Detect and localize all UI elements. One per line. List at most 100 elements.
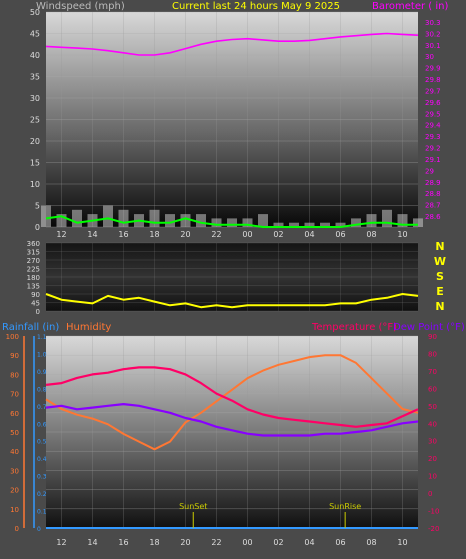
rain-tick-label: 1.0 <box>37 351 47 358</box>
gust-bar <box>41 205 51 227</box>
y-tick-label: 10 <box>30 180 40 189</box>
y-tick-label: 20 <box>428 455 437 463</box>
y-tick-label: 29.7 <box>425 87 441 95</box>
y-tick-label: 29.4 <box>425 122 441 130</box>
x-tick-label: 02 <box>273 230 283 239</box>
y-tick-label: 80 <box>428 350 437 358</box>
y-tick-label: 50 <box>30 8 40 17</box>
y-tick-label: -10 <box>428 508 439 516</box>
compass-letter: W <box>434 255 446 268</box>
rain-tick-label: 0.4 <box>37 456 47 463</box>
y-tick-label: 28.9 <box>425 179 441 187</box>
rain-tick-label: 0.7 <box>37 404 47 411</box>
rainfall-axis-title: Rainfall (in) <box>2 322 59 333</box>
rain-tick-label: 0.1 <box>37 509 47 516</box>
gust-bar <box>165 214 175 227</box>
y-tick-label: 29 <box>425 167 434 175</box>
y-tick-label: 29.1 <box>425 156 441 164</box>
compass-letter: S <box>436 270 444 283</box>
y-tick-label: 29.9 <box>425 65 441 73</box>
y-tick-label: 15 <box>30 159 40 168</box>
x-tick-label: 04 <box>304 230 314 239</box>
y-tick-label: 45 <box>31 300 40 308</box>
x-tick-label: 06 <box>335 538 345 547</box>
gust-bar <box>180 214 191 227</box>
y-tick-label: 30 <box>425 53 434 61</box>
x-tick-label: 14 <box>87 230 97 239</box>
x-tick-label: 06 <box>335 230 345 239</box>
gust-bar <box>118 209 129 227</box>
gust-bar <box>196 214 206 227</box>
gust-bar <box>149 209 160 227</box>
compass-letter: N <box>435 300 444 313</box>
y-tick-label: 270 <box>27 257 40 265</box>
x-tick-label: 22 <box>211 538 221 547</box>
y-tick-label: 40 <box>428 420 437 428</box>
y-tick-label: 40 <box>30 51 40 60</box>
x-tick-label: 04 <box>304 538 314 547</box>
x-tick-label: 20 <box>180 538 190 547</box>
sun-marker-label: SunRise <box>329 502 361 511</box>
y-tick-label: 0 <box>35 223 40 232</box>
y-tick-label: 28.7 <box>425 202 441 210</box>
rain-tick-label: 0 <box>37 526 41 533</box>
gust-bar <box>103 205 113 227</box>
dewpoint-axis-title: Dew Point (°F) <box>393 322 465 333</box>
y-tick-label: 0 <box>36 308 40 316</box>
y-tick-label: 28.8 <box>425 190 441 198</box>
x-tick-label: 14 <box>87 538 97 547</box>
x-tick-label: 20 <box>180 230 190 239</box>
y-tick-label: 100 <box>6 333 19 341</box>
y-tick-label: 29.2 <box>425 145 441 153</box>
y-tick-label: 50 <box>10 429 19 437</box>
x-tick-label: 08 <box>366 538 376 547</box>
windspeed-axis-title: Windspeed (mph) <box>36 1 125 12</box>
x-tick-label: 22 <box>211 230 221 239</box>
barometer-axis-title: Barometer ( in) <box>372 1 448 12</box>
y-tick-label: 180 <box>27 274 40 282</box>
y-tick-label: 30 <box>428 438 437 446</box>
y-tick-label: 0 <box>428 490 432 498</box>
y-tick-label: 45 <box>30 30 40 39</box>
y-tick-label: 20 <box>30 137 40 146</box>
y-tick-label: 10 <box>428 473 437 481</box>
x-tick-label: 02 <box>273 538 283 547</box>
x-tick-label: 10 <box>397 230 407 239</box>
y-tick-label: 29.5 <box>425 110 441 118</box>
weather-graph-panel: Windspeed (mph) Current last 24 hours Ma… <box>0 0 466 555</box>
y-tick-label: 30 <box>10 467 19 475</box>
x-tick-label: 18 <box>149 538 159 547</box>
y-tick-label: 29.6 <box>425 99 441 107</box>
y-tick-label: 30.2 <box>425 30 441 38</box>
y-tick-label: 30 <box>30 94 40 103</box>
gust-bar <box>366 214 377 227</box>
y-tick-label: 60 <box>10 410 19 418</box>
x-tick-label: 16 <box>118 230 128 239</box>
y-tick-label: 29.3 <box>425 133 441 141</box>
y-tick-label: 80 <box>10 371 19 379</box>
x-tick-label: 12 <box>56 538 66 547</box>
x-tick-label: 00 <box>242 230 252 239</box>
y-tick-label: 225 <box>27 266 40 274</box>
compass-letter: E <box>436 285 444 298</box>
compass-letter: N <box>435 240 444 253</box>
x-tick-label: 10 <box>397 538 407 547</box>
y-tick-label: 30.1 <box>425 42 441 50</box>
gust-bar <box>258 214 268 227</box>
x-tick-label: 08 <box>366 230 376 239</box>
y-tick-label: 10 <box>10 506 19 514</box>
x-tick-label: 18 <box>149 230 159 239</box>
y-tick-label: 90 <box>428 333 437 341</box>
rain-tick-label: 0.6 <box>37 421 47 428</box>
y-tick-label: 360 <box>27 240 40 248</box>
y-tick-label: 20 <box>10 487 19 495</box>
rain-tick-label: 1.1 <box>37 334 47 341</box>
humidity-axis-title: Humidity <box>66 322 111 333</box>
chart-title: Current last 24 hours May 9 2025 <box>172 1 340 12</box>
y-tick-label: 135 <box>27 283 40 291</box>
rain-tick-label: 0.9 <box>37 369 47 376</box>
y-tick-label: 25 <box>30 116 40 125</box>
y-tick-label: 315 <box>27 249 40 257</box>
y-tick-label: 70 <box>428 368 437 376</box>
rain-tick-label: 0.5 <box>37 439 47 446</box>
